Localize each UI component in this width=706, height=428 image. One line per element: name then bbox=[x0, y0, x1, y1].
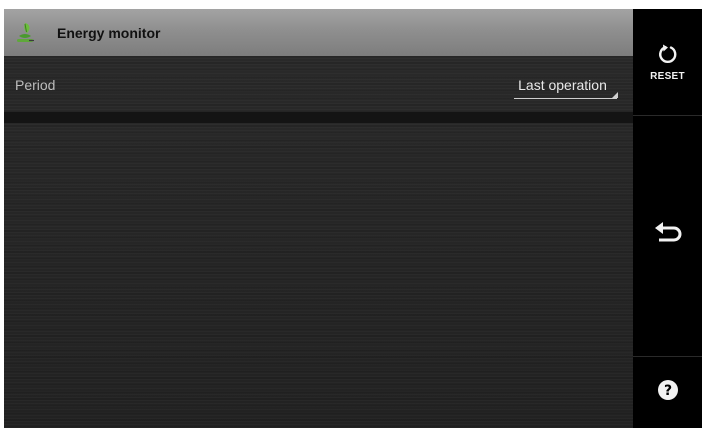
period-select-value: Last operation bbox=[518, 77, 607, 93]
reset-icon bbox=[657, 43, 679, 70]
title-bar: Energy monitor bbox=[4, 9, 633, 56]
help-button[interactable]: ? bbox=[633, 357, 702, 428]
back-arrow-icon bbox=[654, 221, 682, 252]
back-button[interactable] bbox=[633, 116, 702, 356]
divider bbox=[4, 112, 633, 123]
period-label: Period bbox=[15, 77, 56, 93]
energy-plug-leaf-icon bbox=[15, 22, 35, 44]
help-icon: ? bbox=[657, 379, 679, 406]
period-select[interactable]: Last operation bbox=[514, 75, 618, 99]
svg-text:?: ? bbox=[663, 383, 671, 399]
reset-button[interactable]: RESET bbox=[633, 9, 702, 115]
reset-label: RESET bbox=[650, 70, 685, 82]
screen: Energy monitor Period Last operation RES… bbox=[4, 9, 702, 428]
sidebar: RESET ? bbox=[633, 9, 702, 428]
page-title: Energy monitor bbox=[57, 24, 161, 41]
main-panel: Energy monitor Period Last operation bbox=[4, 9, 633, 428]
dropdown-arrow-icon bbox=[612, 92, 618, 98]
period-row: Period Last operation bbox=[4, 56, 633, 112]
